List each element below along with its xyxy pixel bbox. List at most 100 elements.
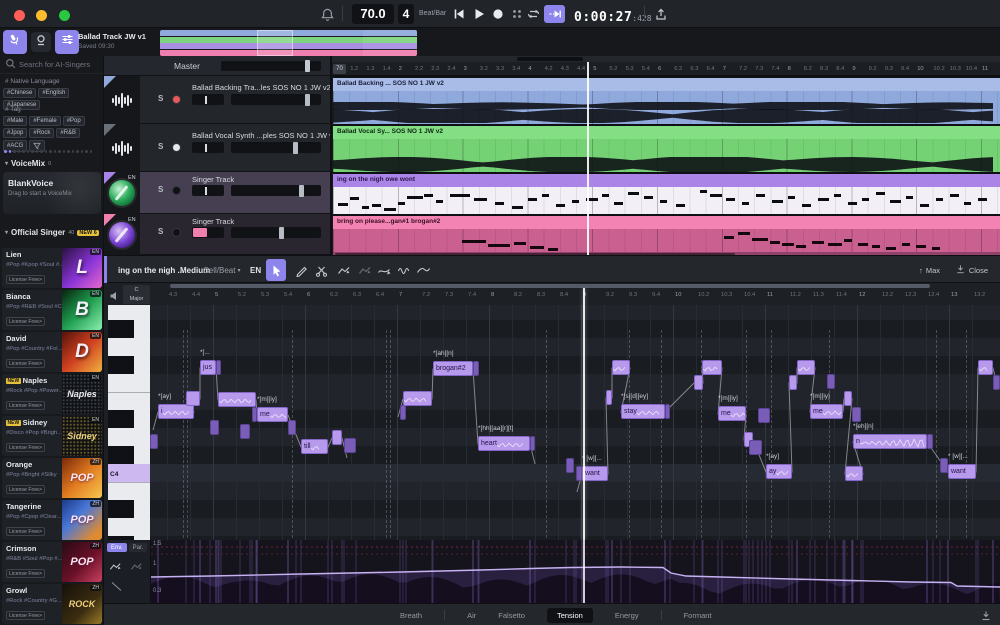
pan-control[interactable] <box>192 185 224 196</box>
master-volume-handle[interactable] <box>305 60 310 72</box>
language-filter-chip[interactable]: #Chinese <box>3 88 36 98</box>
pagination-dot[interactable] <box>36 150 39 153</box>
note[interactable]: want <box>582 466 608 481</box>
note[interactable] <box>940 458 948 473</box>
param-curve-tab-falsetto[interactable]: Falsetto <box>498 611 525 620</box>
search-input[interactable] <box>19 60 101 69</box>
note[interactable] <box>749 440 762 455</box>
note[interactable]: stay <box>621 404 665 419</box>
note[interactable]: me <box>810 404 843 419</box>
note[interactable] <box>852 407 861 422</box>
export-button[interactable] <box>654 7 670 23</box>
note[interactable]: heart <box>478 436 530 451</box>
volume-handle[interactable] <box>299 185 304 197</box>
follow-playhead-button[interactable] <box>544 5 565 23</box>
solo-button[interactable]: S <box>158 227 166 237</box>
editor-clip-label[interactable]: ing on the nigh ... <box>118 256 184 284</box>
track-row-2[interactable]: Ballad Vocal Synth ...ples SOS NO 1 JW v… <box>104 124 332 172</box>
license-chip[interactable]: License Free> <box>6 527 45 536</box>
grid-selector[interactable]: Cell/Beat▾ <box>203 256 240 284</box>
notification-bell-icon[interactable] <box>320 7 336 23</box>
mute-dot-button[interactable] <box>172 228 181 237</box>
piano-key[interactable] <box>108 518 150 536</box>
note[interactable] <box>332 430 342 445</box>
piano-roll-scrollbar-thumb[interactable] <box>170 284 930 288</box>
piano-key[interactable] <box>108 356 150 374</box>
tempo-display[interactable]: 70.0 <box>352 4 394 24</box>
close-editor-button[interactable]: Close <box>955 256 988 284</box>
pagination-dot[interactable] <box>40 150 43 153</box>
pitch-anchor-tool[interactable] <box>374 259 394 281</box>
piano-key[interactable] <box>108 410 150 428</box>
param-curve-tab-breath[interactable]: Breath <box>400 611 422 620</box>
license-chip[interactable]: License Free> <box>6 611 45 620</box>
collapse-panel-icon[interactable] <box>980 609 992 625</box>
note[interactable] <box>186 391 200 406</box>
tag-filter-chip[interactable]: #Rock <box>29 128 54 138</box>
note[interactable] <box>400 405 406 420</box>
note[interactable] <box>978 360 993 375</box>
note[interactable] <box>473 361 479 376</box>
arrangement-ruler[interactable]: 701.21.31.422.22.32.433.23.33.444.24.34.… <box>332 62 1000 76</box>
piano-roll[interactable]: C Major 4.34.455.25.35.466.26.36.477.27.… <box>104 283 1000 540</box>
param-curve-tab-formant[interactable]: Formant <box>684 611 712 620</box>
volume-handle[interactable] <box>293 142 298 154</box>
note[interactable] <box>612 360 630 375</box>
clip-pink[interactable]: bring on please...gan#1 brogan#2 <box>333 214 1000 255</box>
note[interactable] <box>845 466 863 481</box>
note[interactable]: brogan#2 <box>433 361 473 376</box>
pagination-dot[interactable] <box>72 150 75 153</box>
pan-control[interactable] <box>192 142 224 153</box>
piano-key[interactable] <box>108 392 150 410</box>
pagination-dot[interactable] <box>45 150 48 153</box>
pointer-tool[interactable] <box>266 259 286 281</box>
clip-purple[interactable]: ing on the nigh owe wont <box>333 172 1000 214</box>
pagination-dot[interactable] <box>49 150 52 153</box>
beats-per-bar-display[interactable]: 4 <box>398 4 414 24</box>
pitch-draw-tool[interactable] <box>334 259 354 281</box>
scissors-tool[interactable] <box>311 259 331 281</box>
blankvoice-card[interactable]: BlankVoice Drag to start a VoiceMix <box>3 172 101 214</box>
param-pen-icon[interactable] <box>109 560 122 578</box>
metronome-grid-button[interactable] <box>510 7 526 23</box>
note[interactable]: n <box>853 434 927 449</box>
pagination-dot[interactable] <box>54 150 57 153</box>
singer-card-david[interactable]: David#Pop #Country #Fol...License Free>D… <box>2 332 102 372</box>
piano-key-black[interactable] <box>108 500 134 518</box>
note[interactable] <box>530 436 535 451</box>
monitor-tool-button[interactable] <box>31 32 51 52</box>
piano-key[interactable] <box>108 338 150 356</box>
pan-control[interactable] <box>192 227 224 238</box>
note[interactable] <box>789 375 797 390</box>
piano-key[interactable] <box>108 428 150 446</box>
note[interactable] <box>665 404 670 419</box>
smooth-tool[interactable] <box>413 259 433 281</box>
singer-card-orange[interactable]: Orange#Pop #Bright #SilkyLicense Free>PO… <box>2 458 102 498</box>
lyric-language-selector[interactable]: EN <box>250 256 261 284</box>
mute-dot-button[interactable] <box>172 143 181 152</box>
volume-slider[interactable] <box>231 94 321 105</box>
piano-key[interactable] <box>108 305 150 320</box>
param-curve-tab-tension[interactable]: Tension <box>547 608 593 623</box>
license-chip[interactable]: License Free> <box>6 401 45 410</box>
pagination-dot[interactable] <box>27 150 30 153</box>
mute-dot-button[interactable] <box>172 95 181 104</box>
arrangement-overview[interactable] <box>160 30 417 56</box>
piano-key[interactable] <box>108 500 150 518</box>
loop-button[interactable] <box>526 7 542 23</box>
solo-button[interactable]: S <box>158 142 166 152</box>
param-pen2-icon[interactable] <box>130 560 143 578</box>
license-chip[interactable]: License Free> <box>6 275 45 284</box>
note[interactable]: till <box>301 439 328 454</box>
mixer-tool-button[interactable] <box>55 30 79 54</box>
pagination-dot[interactable] <box>58 150 61 153</box>
tag-filter-chip[interactable]: #Female <box>29 116 60 126</box>
pagination-dot[interactable] <box>76 150 79 153</box>
overview-viewport[interactable] <box>257 30 293 56</box>
note[interactable]: want <box>948 464 976 479</box>
pagination-dot[interactable] <box>22 150 25 153</box>
track-row-1[interactable]: Ballad Backing Tra...les SOS NO 1 JW v2S <box>104 76 332 124</box>
note[interactable] <box>758 408 770 423</box>
arrangement-playhead[interactable] <box>587 62 589 255</box>
clip-green[interactable]: Ballad Vocal Sy... SOS NO 1 JW v2 <box>333 124 1000 172</box>
